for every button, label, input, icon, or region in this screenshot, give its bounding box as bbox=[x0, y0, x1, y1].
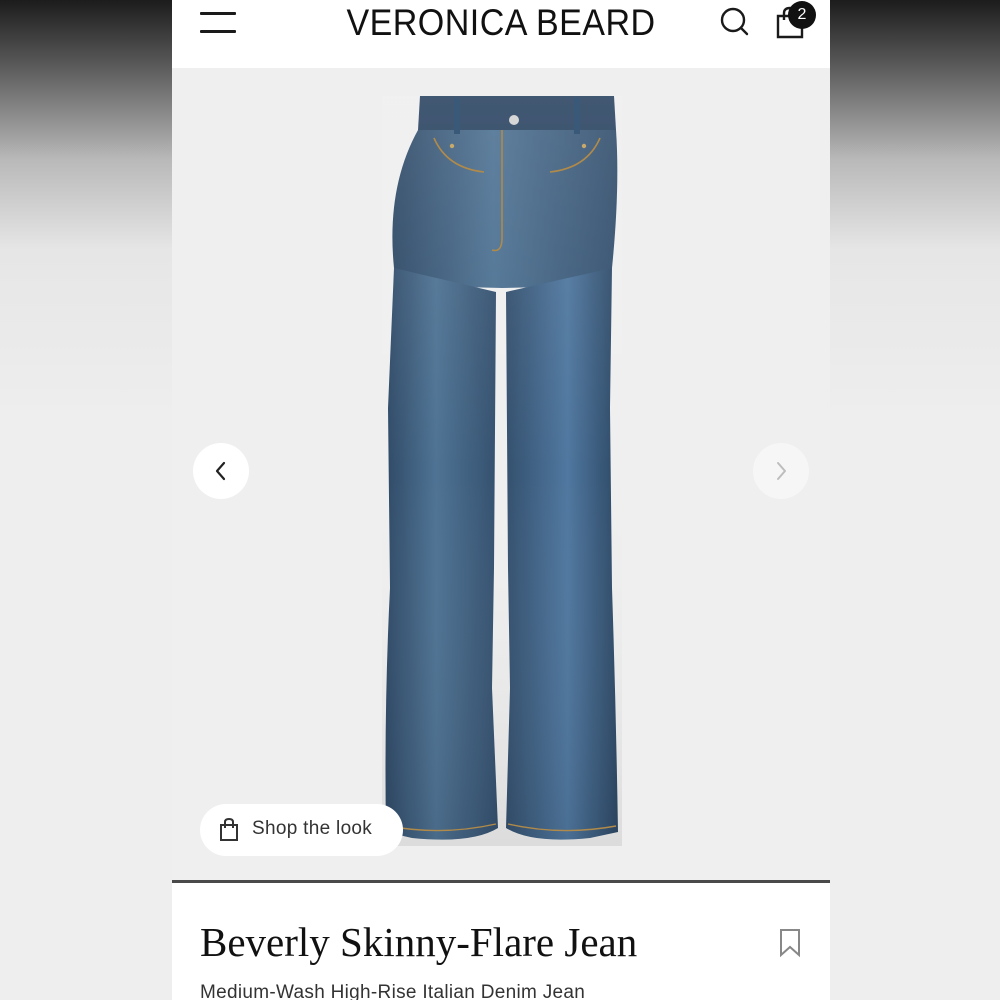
product-image-jeans bbox=[382, 96, 622, 846]
backdrop-left bbox=[0, 0, 172, 1000]
product-subtitle: Medium-Wash High-Rise Italian Denim Jean bbox=[200, 982, 586, 1000]
site-header: VERONICA BEARD 2 bbox=[172, 0, 830, 68]
brand-logo[interactable]: VERONICA BEARD bbox=[198, 2, 803, 44]
gallery-progress-divider bbox=[172, 880, 830, 883]
gallery-prev-button[interactable] bbox=[193, 443, 249, 499]
shopping-bag-icon bbox=[220, 818, 238, 841]
chevron-right-icon bbox=[777, 462, 786, 480]
product-image-gallery[interactable]: Shop the look bbox=[172, 68, 830, 880]
product-title: Beverly Skinny-Flare Jean bbox=[200, 919, 638, 965]
shop-the-look-label: Shop the look bbox=[252, 818, 373, 839]
bookmark-icon[interactable] bbox=[778, 928, 802, 958]
shop-the-look-button[interactable]: Shop the look bbox=[200, 804, 403, 856]
chevron-left-icon bbox=[215, 461, 226, 481]
cart-count-badge[interactable]: 2 bbox=[788, 1, 816, 29]
phone-screen: VERONICA BEARD 2 Shop the look Beverly S… bbox=[172, 0, 830, 1000]
gallery-next-button[interactable] bbox=[753, 443, 809, 499]
search-icon[interactable] bbox=[720, 6, 750, 36]
